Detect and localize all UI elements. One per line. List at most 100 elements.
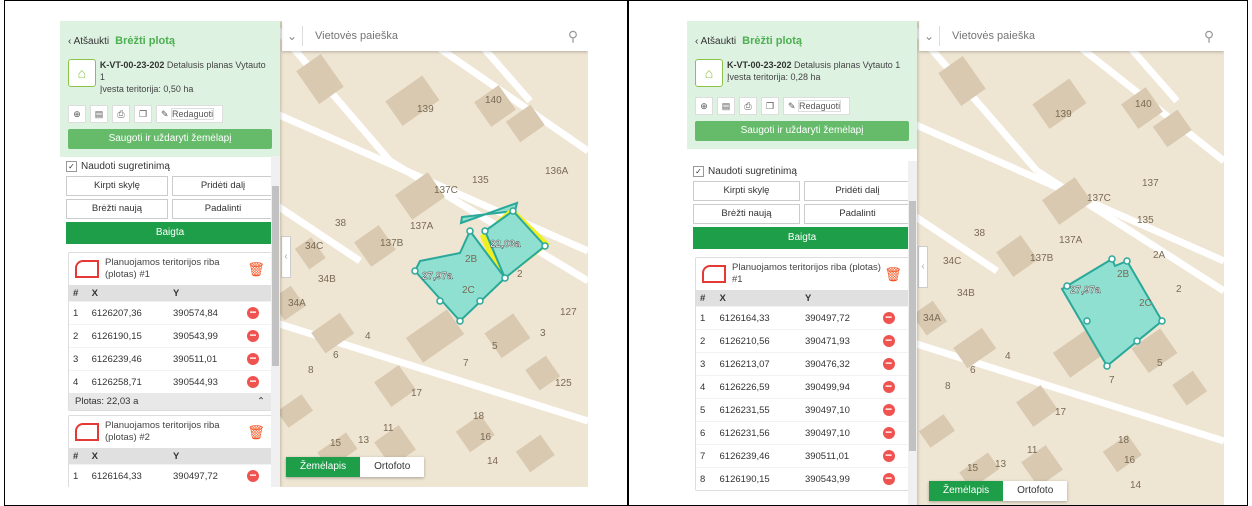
panel-toggle-handle[interactable]: ‹ <box>918 246 928 288</box>
layers-icon[interactable]: ❐ <box>761 97 779 115</box>
svg-text:11: 11 <box>1027 445 1038 456</box>
svg-text:16: 16 <box>480 432 492 443</box>
edit-button[interactable]: ✎ Redaguoti <box>783 97 851 115</box>
search-icon[interactable]: ⚲ <box>1194 28 1224 45</box>
document-icon[interactable]: ▤ <box>717 97 735 115</box>
svg-text:135: 135 <box>472 175 489 186</box>
location-search[interactable]: ⌄ ⚲ <box>282 21 588 51</box>
svg-text:34B: 34B <box>957 288 975 299</box>
doc-area: Įvesta teritorija: 0,50 ha <box>99 84 194 94</box>
svg-text:2C: 2C <box>1139 298 1152 309</box>
back-link[interactable]: ‹ Atšaukti <box>68 36 109 47</box>
right-app: 27,97a 139 140 137 137C 135 38 137A 34C 137B 2… <box>687 21 1224 505</box>
remove-icon[interactable]: − <box>882 334 895 347</box>
svg-text:139: 139 <box>417 104 434 115</box>
svg-text:34B: 34B <box>318 274 336 285</box>
svg-text:3: 3 <box>540 328 546 339</box>
layer-ortho-button[interactable]: Ortofoto <box>1003 481 1068 501</box>
remove-icon[interactable]: − <box>247 329 260 342</box>
chevron-down-icon[interactable]: ⌄ <box>919 29 939 43</box>
scrollbar[interactable] <box>271 156 280 487</box>
panel-title: Brėžti plotą <box>742 35 803 47</box>
document-info: ⌂ K-VT-00-23-202 Detalusis planas Vytaut… <box>687 53 917 91</box>
add-part-button[interactable]: Pridėti dalį <box>804 181 911 201</box>
remove-icon[interactable]: − <box>247 352 260 365</box>
svg-text:13: 13 <box>995 459 1007 470</box>
draw-panel: ‹ Atšaukti Brėžti plotą ⌂ K-VT-00-23-202… <box>687 21 917 505</box>
right-screenshot-frame: 27,97a 139 140 137 137C 135 38 137A 34C 137B 2… <box>628 0 1248 506</box>
plan-icon: ⌂ <box>68 59 96 87</box>
svg-text:5: 5 <box>492 341 498 352</box>
add-part-button[interactable]: Pridėti dalį <box>172 176 274 196</box>
remove-icon[interactable]: − <box>882 311 895 324</box>
draw-new-button[interactable]: Brėžti naują <box>66 199 168 219</box>
svg-text:135: 135 <box>1137 215 1154 226</box>
back-link[interactable]: ‹ Atšaukti <box>695 36 736 47</box>
done-button[interactable]: Baigta <box>693 227 911 249</box>
split-button[interactable]: Padalinti <box>172 199 274 219</box>
draw-panel: ‹ Atšaukti Brėžti plotą ⌂ K-VT-00-23-202… <box>60 21 280 487</box>
scrollbar[interactable] <box>908 161 917 505</box>
card-title: Planuojamos teritorijos riba (plotas) #2 <box>105 420 220 443</box>
trash-icon[interactable]: 🗑 <box>247 262 265 276</box>
remove-icon[interactable]: − <box>882 403 895 416</box>
doc-code: K-VT-00-23-202 <box>727 60 792 70</box>
snap-checkbox[interactable]: ✓ Naudoti sugretinimą <box>60 156 280 176</box>
remove-icon[interactable]: − <box>882 380 895 393</box>
svg-text:140: 140 <box>485 95 502 106</box>
svg-text:34A: 34A <box>923 313 941 324</box>
svg-text:2B: 2B <box>465 254 478 265</box>
remove-icon[interactable]: − <box>882 472 895 485</box>
edit-button[interactable]: ✎ Redaguoti <box>156 105 224 123</box>
draw-new-button[interactable]: Brėžti naują <box>693 204 800 224</box>
svg-text:5: 5 <box>1157 358 1163 369</box>
svg-text:137A: 137A <box>410 221 434 232</box>
remove-icon[interactable]: − <box>247 375 260 388</box>
panel-toggle-handle[interactable]: ‹ <box>281 236 291 278</box>
split-button[interactable]: Padalinti <box>804 204 911 224</box>
snap-checkbox[interactable]: ✓ Naudoti sugretinimą <box>687 161 917 181</box>
svg-text:6: 6 <box>333 350 339 361</box>
svg-text:7: 7 <box>1109 375 1115 386</box>
layer-switch: Žemėlapis Ortofoto <box>286 457 425 477</box>
remove-icon[interactable]: − <box>882 449 895 462</box>
area-summary[interactable]: Plotas: 22,03 a ⌃ <box>69 393 271 410</box>
trash-icon[interactable]: 🗑 <box>247 425 265 439</box>
chevron-down-icon[interactable]: ⌄ <box>282 29 302 43</box>
plan-icon: ⌂ <box>695 59 723 87</box>
layer-map-button[interactable]: Žemėlapis <box>929 481 1004 501</box>
polygon-icon <box>702 265 726 283</box>
trash-icon[interactable]: 🗑 <box>884 267 902 281</box>
layer-ortho-button[interactable]: Ortofoto <box>360 457 425 477</box>
panel-scroll: ✓ Naudoti sugretinimą Kirpti skylę Pridėti… <box>687 161 917 505</box>
location-search[interactable]: ⌄ ⚲ <box>919 21 1224 51</box>
remove-icon[interactable]: − <box>882 426 895 439</box>
document-icon[interactable]: ▤ <box>90 105 108 123</box>
svg-text:16: 16 <box>1124 455 1136 466</box>
search-input[interactable] <box>950 29 1194 43</box>
svg-text:140: 140 <box>1135 99 1152 110</box>
svg-text:137C: 137C <box>1087 193 1111 204</box>
svg-text:18: 18 <box>1118 435 1130 446</box>
zoom-icon[interactable]: ⊕ <box>695 97 713 115</box>
panel-scroll: ✓ Naudoti sugretinimą Kirpti skylę Pridėti… <box>60 156 280 487</box>
svg-text:2B: 2B <box>1117 269 1130 280</box>
done-button[interactable]: Baigta <box>66 222 274 244</box>
save-close-button[interactable]: Saugoti ir uždaryti žemėlapį <box>68 129 272 149</box>
remove-icon[interactable]: − <box>882 357 895 370</box>
print-icon[interactable]: ⎙ <box>739 97 757 115</box>
doc-area: Įvesta teritorija: 0,28 ha <box>727 72 821 82</box>
zoom-icon[interactable]: ⊕ <box>68 105 86 123</box>
search-input[interactable] <box>313 29 558 43</box>
doc-code: K-VT-00-23-202 <box>99 60 165 70</box>
layer-map-button[interactable]: Žemėlapis <box>286 457 361 477</box>
search-icon[interactable]: ⚲ <box>558 28 588 45</box>
print-icon[interactable]: ⎙ <box>112 105 130 123</box>
cut-hole-button[interactable]: Kirpti skylę <box>693 181 800 201</box>
svg-text:14: 14 <box>487 456 499 467</box>
remove-icon[interactable]: − <box>247 469 260 482</box>
layers-icon[interactable]: ❐ <box>134 105 152 123</box>
remove-icon[interactable]: − <box>247 306 260 319</box>
cut-hole-button[interactable]: Kirpti skylę <box>66 176 168 196</box>
save-close-button[interactable]: Saugoti ir uždaryti žemėlapį <box>695 121 909 141</box>
